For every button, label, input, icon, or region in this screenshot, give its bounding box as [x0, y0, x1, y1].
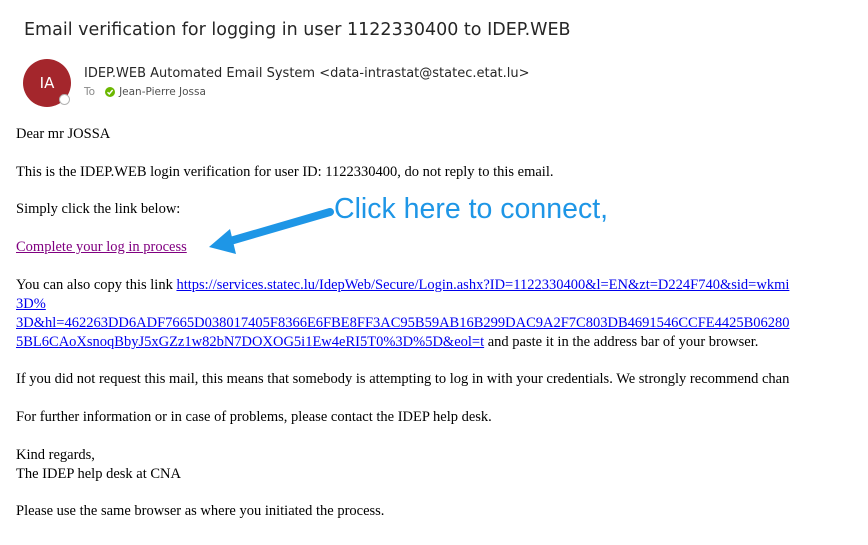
help-text: For further information or in case of pr…: [16, 409, 492, 425]
complete-login-link[interactable]: Complete your log in process: [16, 239, 187, 255]
copy-url-link-3[interactable]: 3D&hl=462263DD6ADF7665D038017405F8366E6F…: [16, 315, 790, 331]
copy-link-line: You can also copy this link https://serv…: [16, 277, 789, 294]
signature-text: The IDEP help desk at CNA: [16, 466, 181, 482]
avatar-initials: IA: [39, 74, 55, 92]
annotation-callout: Click here to connect,: [334, 193, 609, 225]
presence-status-icon: [59, 94, 70, 105]
warning-text: If you did not request this mail, this m…: [16, 371, 790, 387]
email-subject: Email verification for logging in user 1…: [24, 20, 571, 40]
browser-note: Please use the same browser as where you…: [16, 503, 385, 519]
to-label: To: [84, 86, 96, 98]
copy-suffix: and paste it in the address bar of your …: [484, 334, 759, 350]
copy-url-link-4[interactable]: 5BL6CAoXsnoqBbyJ5xGZz1w82bN7DOXOG5i1Ew4e…: [16, 334, 484, 350]
intro-text: This is the IDEP.WEB login verification …: [16, 164, 554, 180]
sender-name[interactable]: IDEP.WEB Automated Email System <data-in…: [84, 66, 530, 81]
regards-text: Kind regards,: [16, 447, 95, 463]
recipient-name[interactable]: Jean-Pierre Jossa: [119, 86, 206, 98]
annotation-arrow-icon: [209, 208, 334, 254]
copy-prefix: You can also copy this link: [16, 277, 177, 293]
copy-url-link-1[interactable]: https://services.statec.lu/IdepWeb/Secur…: [176, 277, 789, 293]
copy-url-link-2[interactable]: 3D%: [16, 296, 46, 312]
check-icon: [105, 87, 116, 97]
greeting: Dear mr JOSSA: [16, 126, 111, 142]
recipient-row: To Jean-Pierre Jossa: [84, 86, 206, 98]
click-prompt: Simply click the link below:: [16, 201, 181, 217]
